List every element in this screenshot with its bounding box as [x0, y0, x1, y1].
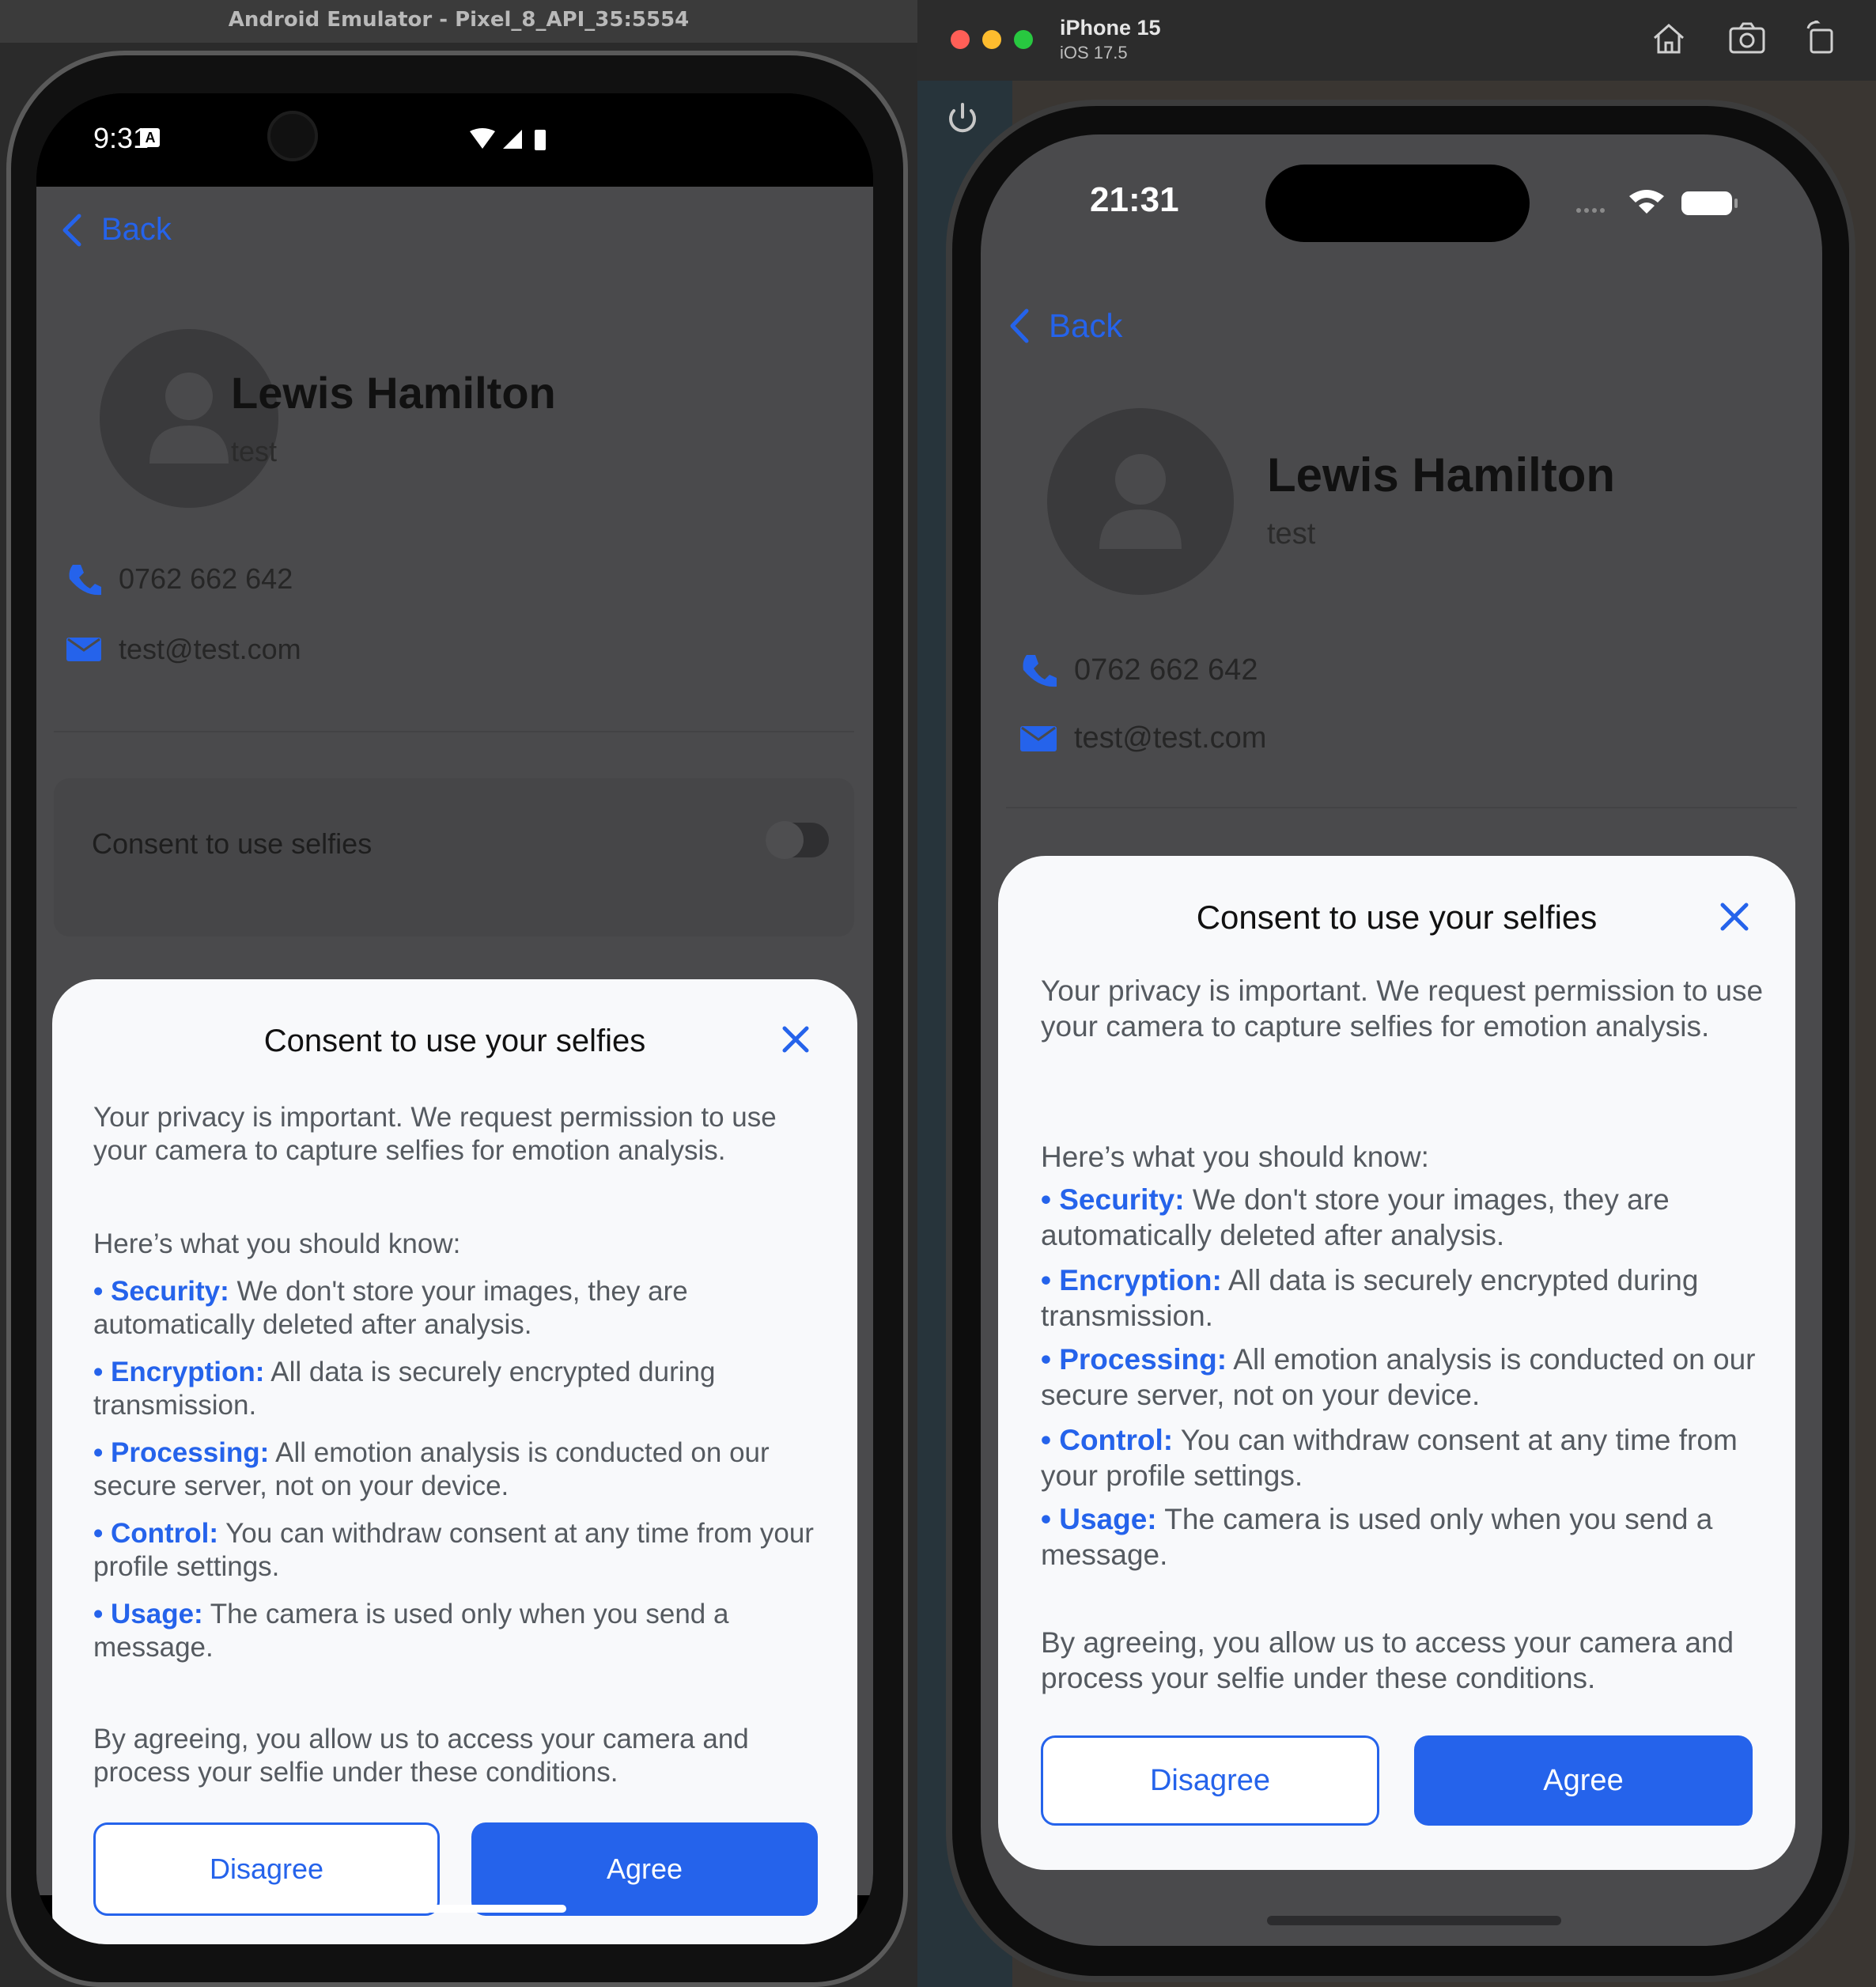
android-window-title: Android Emulator - Pixel_8_API_35:5554 [0, 0, 917, 43]
envelope-icon [66, 638, 101, 661]
wifi-icon [470, 128, 495, 149]
modal-intro: Your privacy is important. We request pe… [93, 1102, 777, 1166]
back-button[interactable]: Back [1008, 307, 1122, 345]
back-label: Back [1049, 307, 1123, 344]
email-address: test@test.com [119, 633, 301, 665]
list-item-processing: • Processing: All emotion analysis is co… [1041, 1343, 1756, 1411]
close-window-button[interactable] [951, 30, 970, 49]
list-item-control: • Control: You can withdraw consent at a… [93, 1518, 814, 1582]
ios-home-indicator[interactable] [1267, 1916, 1561, 1925]
modal-footer-text: By agreeing, you allow us to access your… [93, 1724, 749, 1788]
modal-title: Consent to use your selfies [263, 1024, 646, 1058]
notification-icon: A [141, 128, 160, 147]
front-camera-icon [267, 111, 318, 161]
phone-icon [69, 565, 101, 596]
zoom-window-button[interactable] [1014, 30, 1033, 49]
ios-status-time: 21:31 [1090, 180, 1179, 219]
cell-signal-icon [1576, 208, 1581, 213]
profile-name: Lewis Hamilton [231, 368, 556, 418]
list-item-security: • Security: We don't store your images, … [93, 1276, 688, 1340]
agree-button[interactable]: Agree [1414, 1735, 1753, 1826]
consent-toggle[interactable] [766, 821, 829, 859]
modal-footer-text: By agreeing, you allow us to access your… [1041, 1626, 1734, 1694]
email-row[interactable]: test@test.com [1020, 721, 1266, 755]
android-home-indicator[interactable] [345, 1905, 566, 1913]
consent-row-label: Consent to use selfies [92, 827, 373, 860]
know-heading: Here’s what you should know: [93, 1228, 461, 1259]
email-address: test@test.com [1074, 721, 1267, 755]
modal-title: Consent to use your selfies [1196, 899, 1598, 936]
disagree-button[interactable]: Disagree [1041, 1735, 1379, 1826]
battery-icon [535, 130, 546, 150]
consent-modal: Consent to use your selfies Your privacy… [52, 979, 857, 1944]
chevron-left-icon [62, 214, 81, 246]
user-icon [149, 373, 229, 464]
android-screen: 9:31 A Back Lewis Hamilton test 0762 662… [36, 93, 873, 1944]
profile-subtitle: test [1267, 517, 1316, 551]
list-item-usage: • Usage: The camera is used only when yo… [93, 1599, 729, 1663]
ios-simulator-window: iPhone 15 iOS 17.5 21:31 Back Lewis Hami… [917, 0, 1876, 1987]
list-item-encryption: • Encryption: All data is securely encry… [93, 1357, 716, 1421]
os-version: iOS 17.5 [1060, 43, 1128, 62]
user-icon [1099, 454, 1182, 549]
close-icon[interactable] [781, 1025, 810, 1054]
phone-number: 0762 662 642 [119, 562, 293, 595]
profile-subtitle: test [231, 435, 278, 467]
ios-status-icons [1576, 190, 1738, 215]
list-item-security: • Security: We don't store your images, … [1041, 1183, 1670, 1251]
dynamic-island [1265, 165, 1530, 242]
list-item-control: • Control: You can withdraw consent at a… [1041, 1424, 1738, 1492]
disagree-button[interactable]: Disagree [93, 1822, 440, 1916]
modal-intro: Your privacy is important. We request pe… [1041, 975, 1764, 1043]
email-row[interactable]: test@test.com [66, 633, 301, 666]
toggle-knob [766, 821, 804, 859]
cell-signal-icon [503, 130, 522, 149]
android-emulator-window: Android Emulator - Pixel_8_API_35:5554 9… [0, 0, 917, 1987]
know-heading: Here’s what you should know: [1041, 1141, 1429, 1173]
phone-row[interactable]: 0762 662 642 [1020, 652, 1258, 688]
battery-icon [1681, 191, 1732, 215]
back-button[interactable]: Back [60, 212, 172, 248]
rotate-icon[interactable] [1805, 21, 1836, 55]
profile-name: Lewis Hamilton [1267, 448, 1616, 501]
list-item-processing: • Processing: All emotion analysis is co… [93, 1437, 770, 1501]
phone-number: 0762 662 642 [1074, 653, 1258, 687]
phone-row[interactable]: 0762 662 642 [66, 562, 293, 596]
divider [54, 731, 854, 732]
consent-card: Consent to use selfies [54, 778, 854, 937]
consent-modal: Consent to use your selfies Your privacy… [998, 856, 1795, 1870]
agree-button[interactable]: Agree [471, 1822, 818, 1916]
close-icon[interactable] [1719, 902, 1749, 932]
android-status-bar: 9:31 A [36, 93, 873, 187]
screenshot-icon[interactable] [1729, 22, 1765, 54]
wifi-icon [1629, 190, 1664, 214]
chevron-left-icon [1010, 308, 1029, 343]
envelope-icon [1020, 725, 1057, 751]
home-icon[interactable] [1651, 22, 1686, 55]
list-item-encryption: • Encryption: All data is securely encry… [1041, 1264, 1699, 1332]
phone-icon [1023, 655, 1057, 687]
status-signal-icons [470, 128, 546, 150]
avatar [100, 329, 278, 508]
ios-window-titlebar: iPhone 15 iOS 17.5 [917, 0, 1876, 81]
power-icon[interactable] [946, 101, 979, 134]
divider [1006, 807, 1797, 808]
avatar [1047, 408, 1234, 595]
minimize-window-button[interactable] [982, 30, 1001, 49]
back-label: Back [101, 212, 172, 247]
list-item-usage: • Usage: The camera is used only when yo… [1041, 1503, 1713, 1571]
android-app-screen: Back Lewis Hamilton test 0762 662 642 te… [36, 187, 873, 1944]
ios-status-bar: 21:31 [981, 134, 1822, 245]
ios-screen: 21:31 Back Lewis Hamilton test 0762 662 … [981, 134, 1822, 1946]
device-name: iPhone 15 [1060, 16, 1161, 40]
